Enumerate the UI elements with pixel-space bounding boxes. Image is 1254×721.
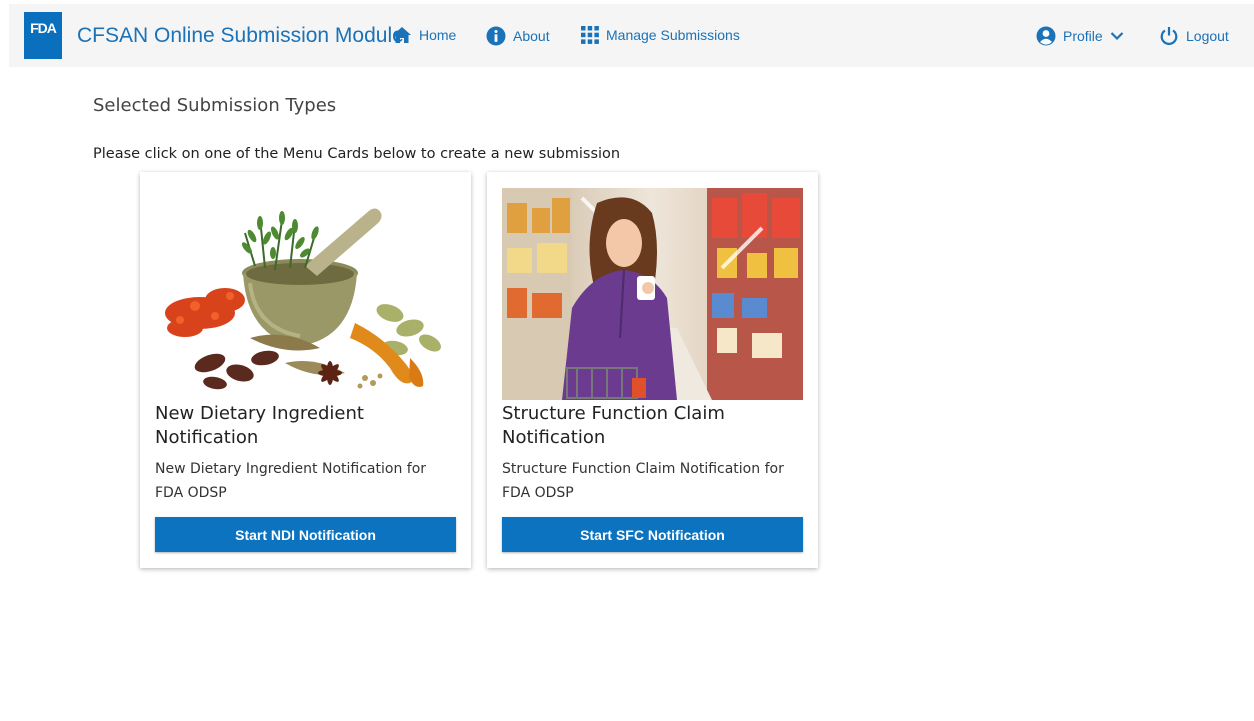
nav-logout[interactable]: Logout — [1159, 26, 1229, 46]
nav-about[interactable]: About — [486, 26, 550, 46]
sfc-card-description: Structure Function Claim Notification fo… — [502, 461, 784, 501]
power-icon — [1160, 27, 1178, 45]
grid-icon — [581, 26, 599, 44]
top-navbar: FDA CFSAN Online Submission Module Home … — [9, 4, 1254, 67]
nav-logout-label: Logout — [1186, 28, 1229, 44]
nav-profile-label: Profile — [1063, 28, 1103, 44]
logo-text: FDA — [30, 20, 57, 36]
nav-manage-label: Manage Submissions — [606, 27, 740, 43]
ndi-card-title: New Dietary Ingredient Notification — [155, 403, 364, 448]
start-ndi-button[interactable]: Start NDI Notification — [155, 517, 456, 552]
ndi-card-description: New Dietary Ingredient Notification for … — [155, 461, 427, 501]
section-title: Selected Submission Types — [93, 95, 337, 116]
info-icon — [486, 26, 506, 46]
instructions-text: Please click on one of the Menu Cards be… — [93, 146, 621, 162]
sfc-menu-card[interactable]: Structure Function Claim Notification St… — [487, 172, 818, 568]
nav-manage-submissions[interactable]: Manage Submissions — [581, 26, 740, 44]
ndi-menu-card[interactable]: New Dietary Ingredient Notification New … — [140, 172, 471, 568]
app-title[interactable]: CFSAN Online Submission Module — [77, 24, 404, 48]
fda-logo[interactable]: FDA — [24, 12, 62, 59]
nav-about-label: About — [513, 28, 550, 44]
home-icon — [393, 27, 411, 43]
user-circle-icon — [1036, 26, 1056, 46]
nav-home-label: Home — [419, 27, 457, 43]
chevron-down-icon — [1110, 32, 1123, 41]
start-sfc-button[interactable]: Start SFC Notification — [502, 517, 803, 552]
nav-profile-menu[interactable]: Profile — [1036, 26, 1124, 46]
sfc-card-title: Structure Function Claim Notification — [502, 403, 725, 448]
sfc-card-image — [502, 188, 803, 400]
ndi-card-image — [155, 188, 456, 400]
nav-home[interactable]: Home — [392, 26, 456, 44]
